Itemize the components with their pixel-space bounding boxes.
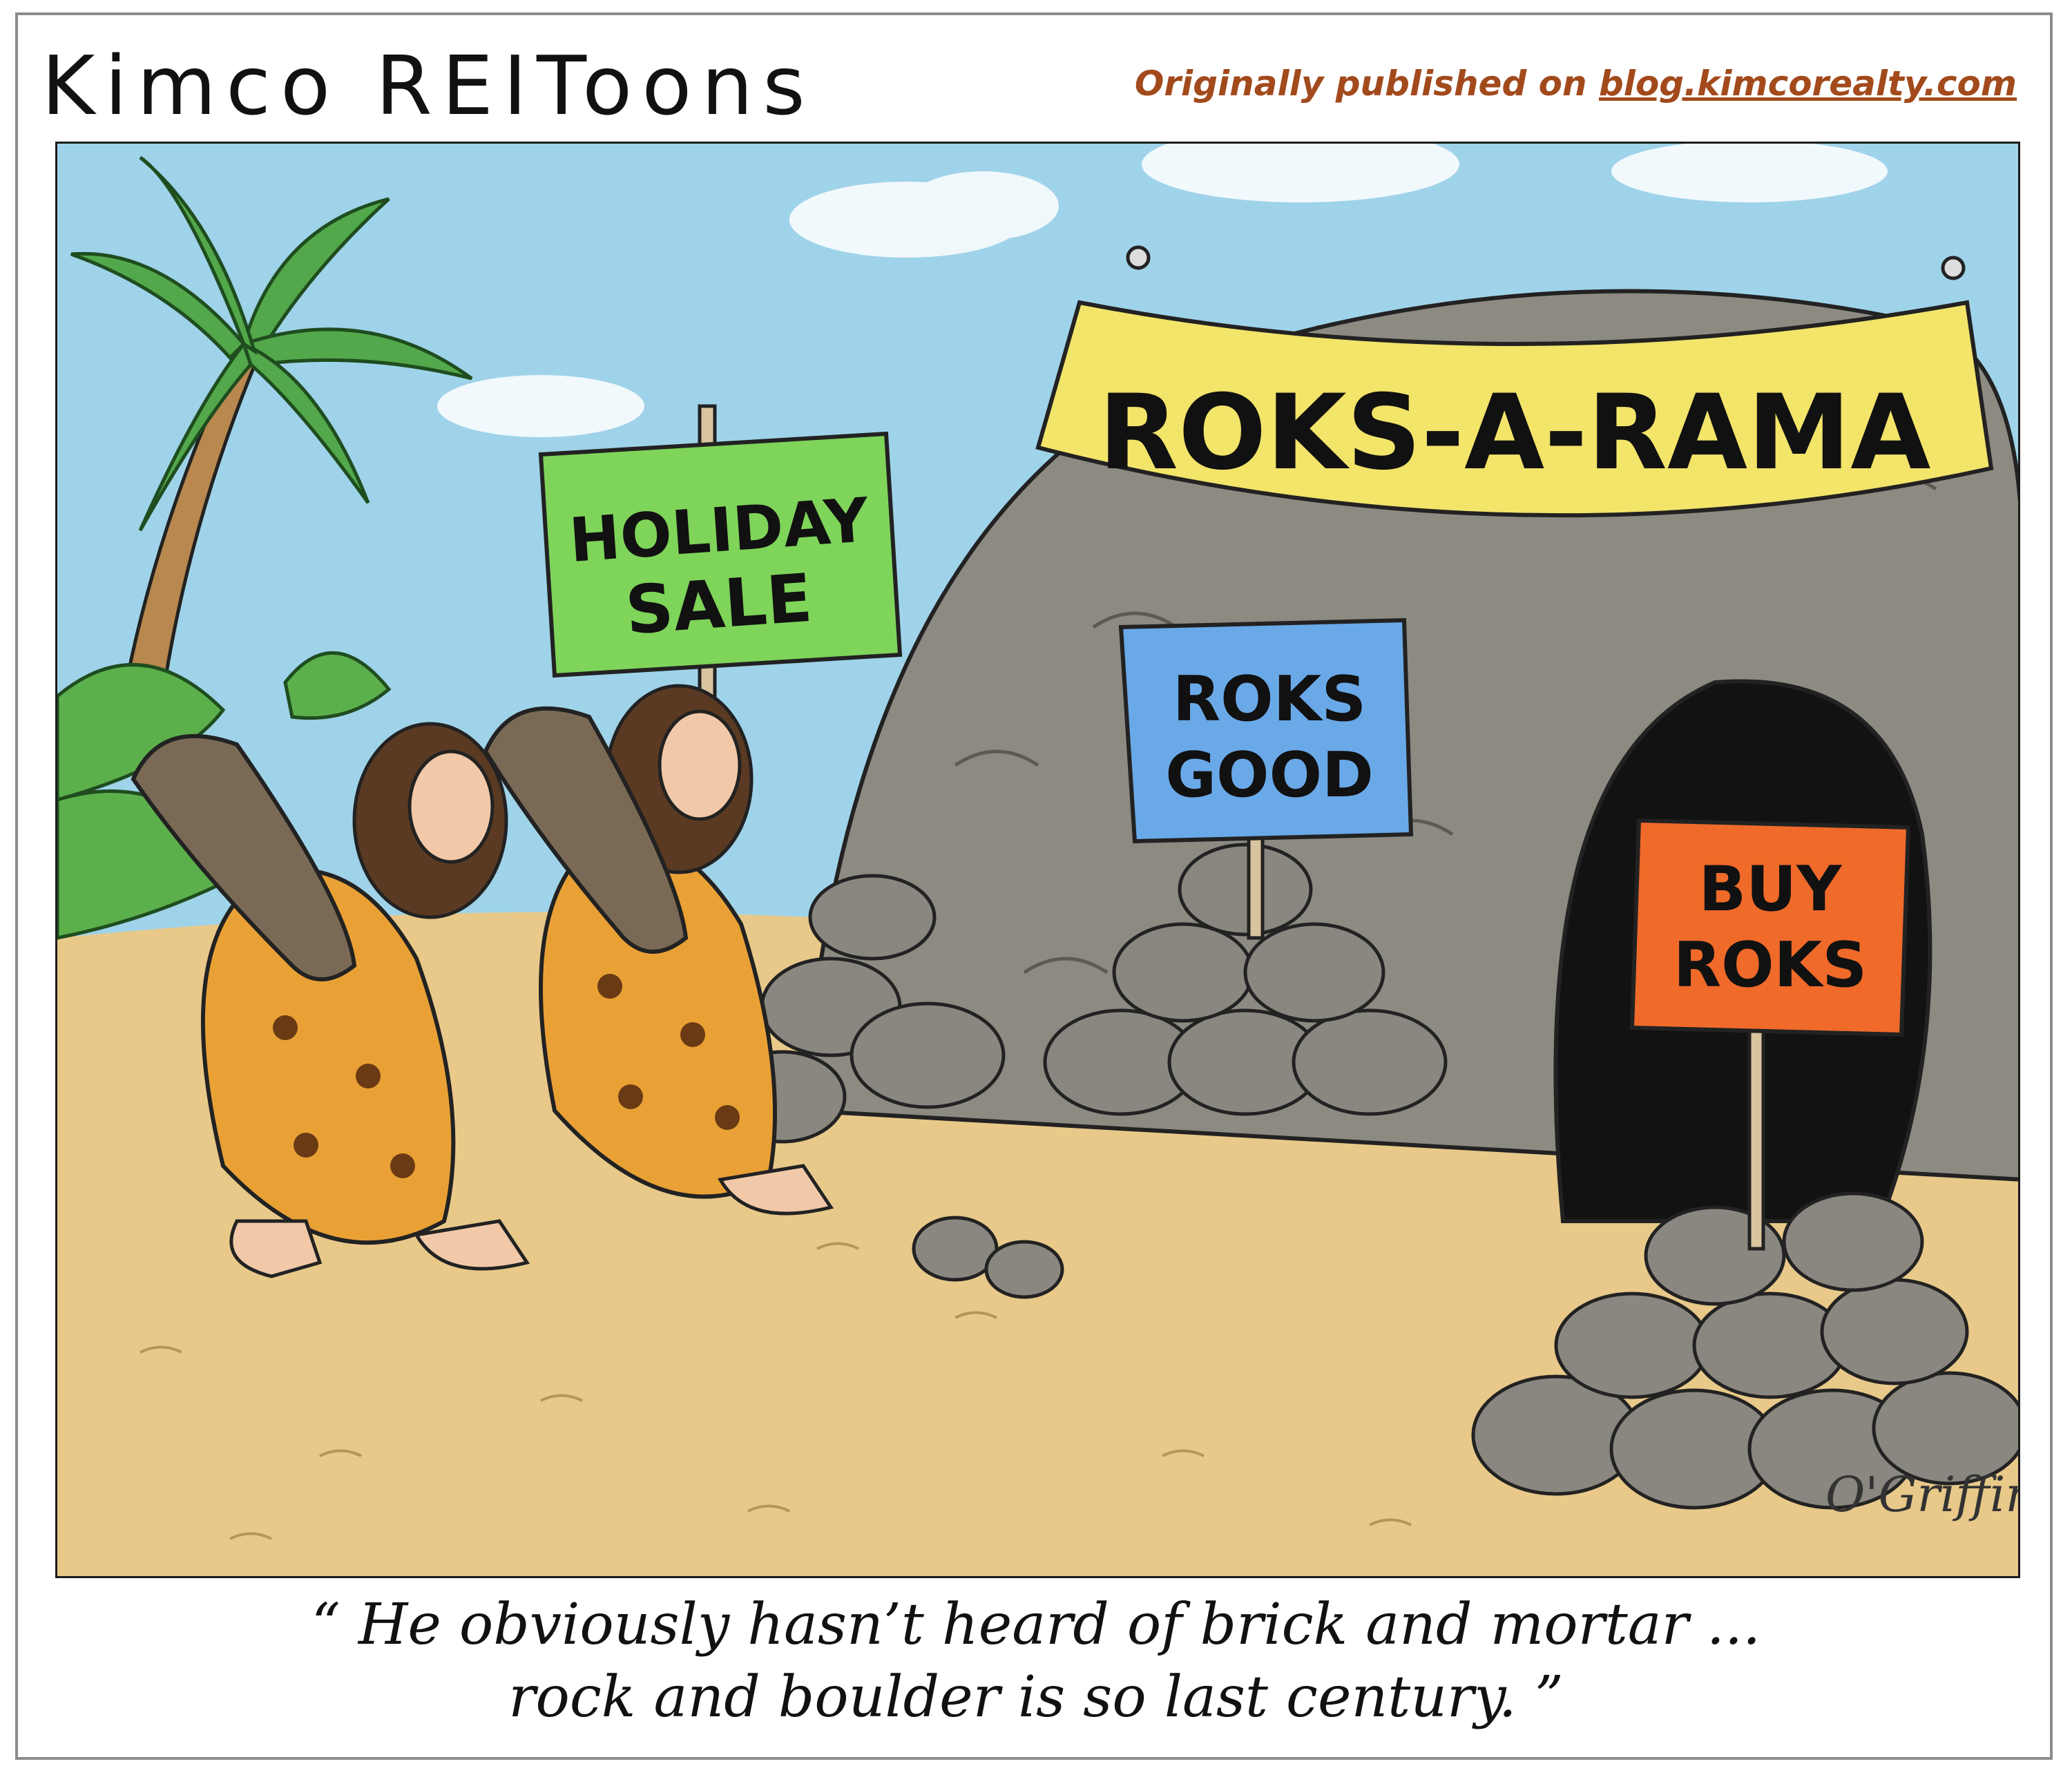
banner-text: ROKS-A-RAMA xyxy=(1099,373,1931,493)
blue-sign-line1: ROKS xyxy=(1173,663,1366,736)
orange-sign-line1: BUY xyxy=(1699,853,1843,925)
holiday-sign-line2: SALE xyxy=(623,559,814,650)
cartoon-panel: HOLIDAY SALE ROKS-A-RAMA ROKS GOOD BUY R… xyxy=(55,142,2020,1578)
byline: Originally published on blog.kimcorealty… xyxy=(1135,64,2017,104)
artist-signature: O'Griffin xyxy=(1825,1466,2020,1523)
caption-line-1: “ He obviously hasn’t heard of brick and… xyxy=(311,1592,1761,1658)
caption-line-2: rock and boulder is so last century. ” xyxy=(508,1664,1564,1730)
byline-prefix: Originally published on xyxy=(1134,64,1600,104)
orange-sign-line2: ROKS xyxy=(1673,929,1867,1001)
blog-link[interactable]: blog.kimcorealty.com xyxy=(1599,64,2017,104)
blue-sign-line2: GOOD xyxy=(1165,739,1374,812)
page-title: Kimco REIToons xyxy=(41,38,815,133)
cartoon-illustration: HOLIDAY SALE ROKS-A-RAMA ROKS GOOD BUY R… xyxy=(57,144,2020,1576)
